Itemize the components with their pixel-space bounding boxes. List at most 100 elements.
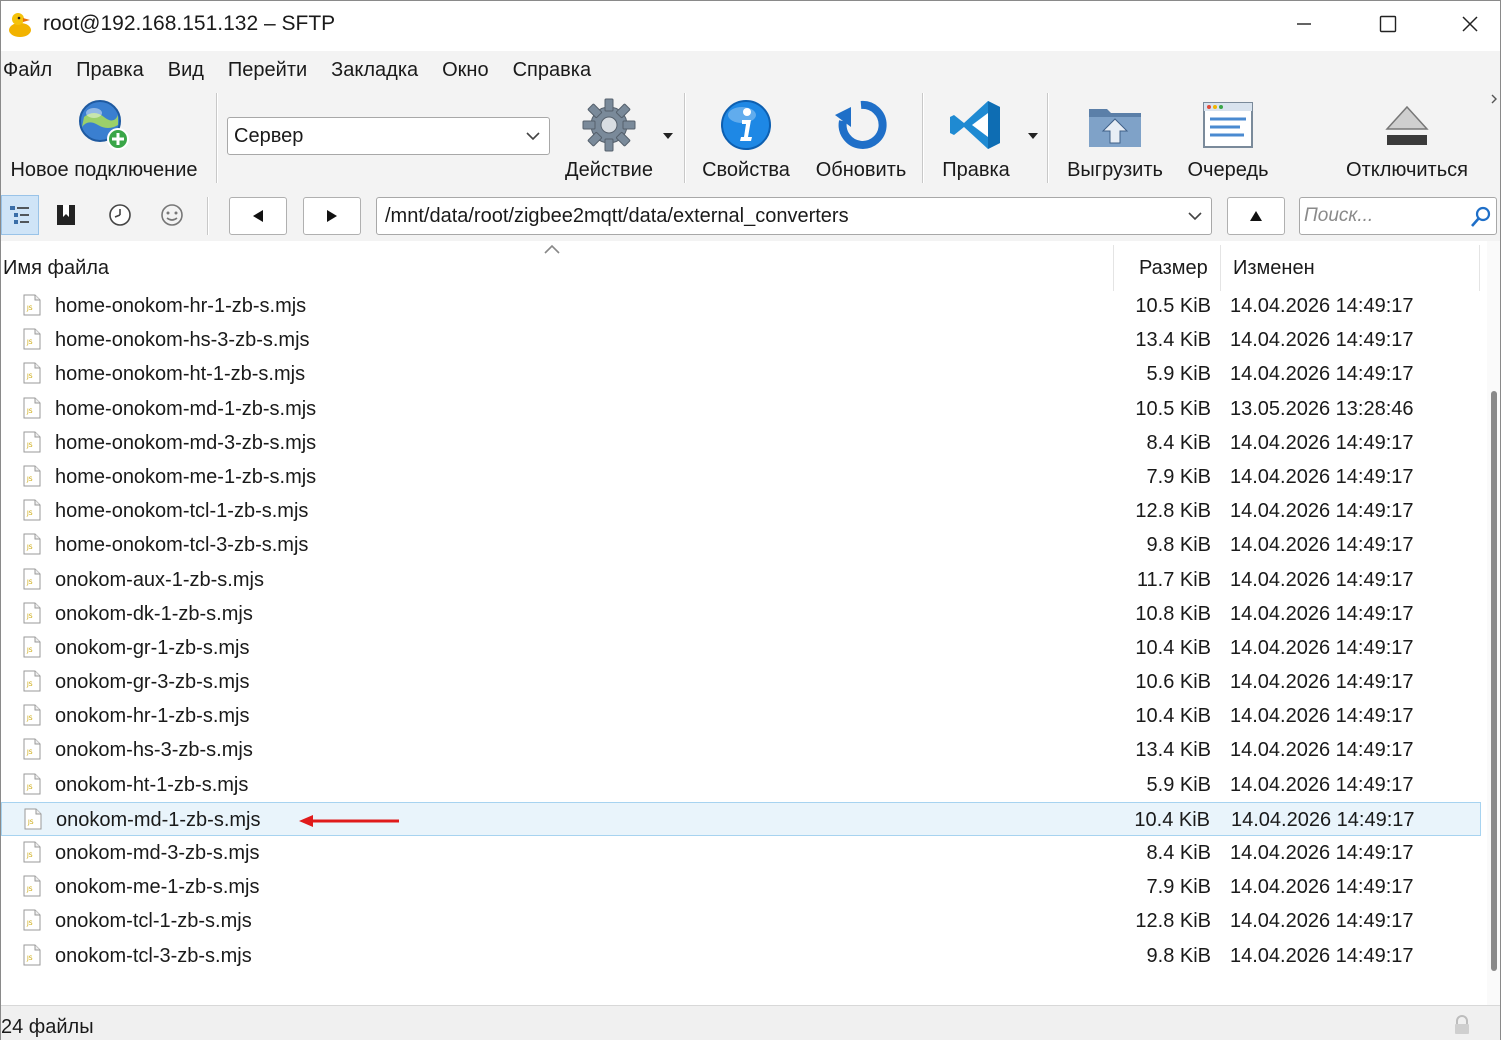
file-row[interactable]: JS onokom-hr-1-zb-s.mjs 10.4 KiB 14.04.2026… — [1, 699, 1481, 733]
vertical-scrollbar[interactable] — [1487, 241, 1500, 1005]
file-name: onokom-gr-1-zb-s.mjs — [55, 636, 250, 659]
server-combo[interactable]: Сервер — [227, 117, 550, 155]
refresh-label: Обновить — [815, 159, 907, 181]
search-input[interactable] — [1304, 201, 1468, 231]
menu-edit[interactable]: Правка — [64, 59, 156, 82]
svg-text:JS: JS — [26, 339, 33, 346]
maximize-button[interactable] — [1347, 1, 1429, 47]
js-file-icon: JS — [23, 773, 41, 795]
file-row[interactable]: JS onokom-md-1-zb-s.mjs 10.4 KiB 14.04.2026… — [1, 801, 1481, 836]
file-name: home-onokom-md-1-zb-s.mjs — [55, 397, 317, 420]
file-size: 9.8 KiB — [1146, 944, 1211, 967]
file-modified: 14.04.2026 14:49:17 — [1230, 363, 1414, 386]
scrollbar-thumb[interactable] — [1491, 391, 1497, 971]
new-connection-button[interactable]: Новое подключение — [1, 93, 207, 185]
column-divider[interactable] — [1220, 245, 1221, 291]
queue-button[interactable]: Очередь — [1181, 93, 1275, 185]
file-row[interactable]: JS onokom-me-1-zb-s.mjs 7.9 KiB 14.04.2026 … — [1, 870, 1481, 904]
file-modified: 14.04.2026 14:49:17 — [1230, 705, 1414, 728]
edit-button[interactable]: Правка — [933, 93, 1019, 185]
status-text: 24 файлы — [1, 1016, 94, 1038]
file-row[interactable]: JS onokom-gr-1-zb-s.mjs 10.4 KiB 14.04.2026… — [1, 631, 1481, 665]
upload-button[interactable]: Выгрузить — [1059, 93, 1171, 185]
file-modified: 14.04.2026 14:49:17 — [1230, 876, 1414, 899]
svg-text:JS: JS — [26, 886, 33, 893]
file-row[interactable]: JS onokom-dk-1-zb-s.mjs 10.8 KiB 14.04.2026… — [1, 597, 1481, 631]
history-button[interactable] — [101, 195, 139, 235]
file-row[interactable]: JS onokom-hs-3-zb-s.mjs 13.4 KiB 14.04.2026… — [1, 733, 1481, 767]
file-size: 12.8 KiB — [1135, 910, 1211, 933]
disconnect-button[interactable]: Отключиться — [1337, 93, 1477, 185]
file-size: 7.9 KiB — [1146, 465, 1211, 488]
file-modified: 14.04.2026 14:49:17 — [1230, 465, 1414, 488]
file-row[interactable]: JS onokom-md-3-zb-s.mjs 8.4 KiB 14.04.2026 … — [1, 836, 1481, 870]
menu-file[interactable]: Файл — [1, 59, 64, 82]
file-row[interactable]: JS onokom-ht-1-zb-s.mjs 5.9 KiB 14.04.2026 … — [1, 768, 1481, 802]
file-row[interactable]: JS home-onokom-md-1-zb-s.mjs 10.5 KiB 13.05… — [1, 392, 1481, 426]
file-row[interactable]: JS home-onokom-hr-1-zb-s.mjs 10.5 KiB 14.04… — [1, 289, 1481, 323]
action-dropdown-arrow[interactable] — [663, 133, 673, 139]
column-size-header[interactable]: Размер — [1139, 257, 1208, 280]
menu-view[interactable]: Вид — [156, 59, 216, 82]
js-file-icon: JS — [23, 465, 41, 487]
column-divider[interactable] — [1479, 245, 1480, 291]
column-modified-header[interactable]: Изменен — [1233, 257, 1315, 280]
window-title: root@192.168.151.132 – SFTP — [43, 12, 336, 35]
js-file-icon: JS — [23, 602, 41, 624]
js-file-icon: JS — [23, 328, 41, 350]
properties-label: Свойства — [702, 159, 790, 181]
menu-help[interactable]: Справка — [501, 59, 603, 82]
path-combo[interactable]: /mnt/data/root/zigbee2mqtt/data/external… — [376, 197, 1212, 235]
back-button[interactable] — [229, 197, 287, 235]
file-row[interactable]: JS onokom-tcl-1-zb-s.mjs 12.8 KiB 14.04.202… — [1, 904, 1481, 938]
file-modified: 14.04.2026 14:49:17 — [1230, 329, 1414, 352]
edit-dropdown-arrow[interactable] — [1028, 133, 1038, 139]
forward-arrow-icon — [327, 210, 337, 222]
menu-bookmark[interactable]: Закладка — [319, 59, 430, 82]
js-file-icon: JS — [23, 636, 41, 658]
action-button[interactable]: Действие — [557, 93, 661, 185]
column-divider[interactable] — [1113, 245, 1114, 291]
toolbar-overflow-icon[interactable] — [1490, 93, 1500, 105]
close-button[interactable] — [1429, 1, 1501, 47]
refresh-icon — [835, 100, 887, 149]
search-box[interactable] — [1299, 197, 1497, 235]
search-icon[interactable] — [1470, 206, 1492, 228]
menu-window[interactable]: Окно — [430, 59, 500, 82]
js-file-icon: JS — [23, 841, 41, 863]
file-row[interactable]: JS home-onokom-tcl-1-zb-s.mjs 12.8 KiB 14.0… — [1, 494, 1481, 528]
menu-go[interactable]: Перейти — [216, 59, 319, 82]
bonjour-button[interactable] — [153, 195, 191, 235]
minimize-icon — [1297, 23, 1311, 25]
file-row[interactable]: JS home-onokom-me-1-zb-s.mjs 7.9 KiB 14.04.… — [1, 460, 1481, 494]
parent-folder-button[interactable] — [1227, 197, 1285, 235]
chevron-down-icon — [526, 132, 540, 141]
file-row[interactable]: JS home-onokom-hs-3-zb-s.mjs 13.4 KiB 14.04… — [1, 323, 1481, 357]
file-name: onokom-gr-3-zb-s.mjs — [55, 671, 250, 694]
forward-button[interactable] — [303, 197, 361, 235]
file-row[interactable]: JS onokom-aux-1-zb-s.mjs 11.7 KiB 14.04.202… — [1, 563, 1481, 597]
file-row[interactable]: JS onokom-gr-3-zb-s.mjs 10.6 KiB 14.04.2026… — [1, 665, 1481, 699]
js-file-icon: JS — [23, 397, 41, 419]
refresh-button[interactable]: Обновить — [809, 93, 913, 185]
file-name: onokom-hr-1-zb-s.mjs — [55, 705, 250, 728]
bookmarks-button[interactable] — [47, 195, 85, 235]
file-row[interactable]: JS onokom-tcl-3-zb-s.mjs 9.8 KiB 14.04.2026… — [1, 939, 1481, 973]
eject-icon — [1385, 105, 1429, 145]
queue-label: Очередь — [1187, 159, 1269, 181]
svg-text:JS: JS — [26, 955, 33, 962]
addressbar-separator — [207, 197, 209, 235]
disconnect-label: Отключиться — [1346, 159, 1468, 181]
js-file-icon: JS — [23, 533, 41, 555]
file-name: onokom-me-1-zb-s.mjs — [55, 876, 260, 899]
file-row[interactable]: JS home-onokom-ht-1-zb-s.mjs 5.9 KiB 14.04.… — [1, 357, 1481, 391]
column-name-header[interactable]: Имя файла — [3, 257, 109, 280]
properties-button[interactable]: Свойства — [695, 93, 797, 185]
file-size: 10.6 KiB — [1135, 671, 1211, 694]
file-size: 8.4 KiB — [1146, 431, 1211, 454]
file-row[interactable]: JS home-onokom-tcl-3-zb-s.mjs 9.8 KiB 14.04… — [1, 528, 1481, 562]
js-file-icon: JS — [23, 568, 41, 589]
minimize-button[interactable] — [1263, 1, 1345, 47]
file-row[interactable]: JS home-onokom-md-3-zb-s.mjs 8.4 KiB 14.04.… — [1, 426, 1481, 460]
tree-view-button[interactable] — [1, 195, 39, 235]
